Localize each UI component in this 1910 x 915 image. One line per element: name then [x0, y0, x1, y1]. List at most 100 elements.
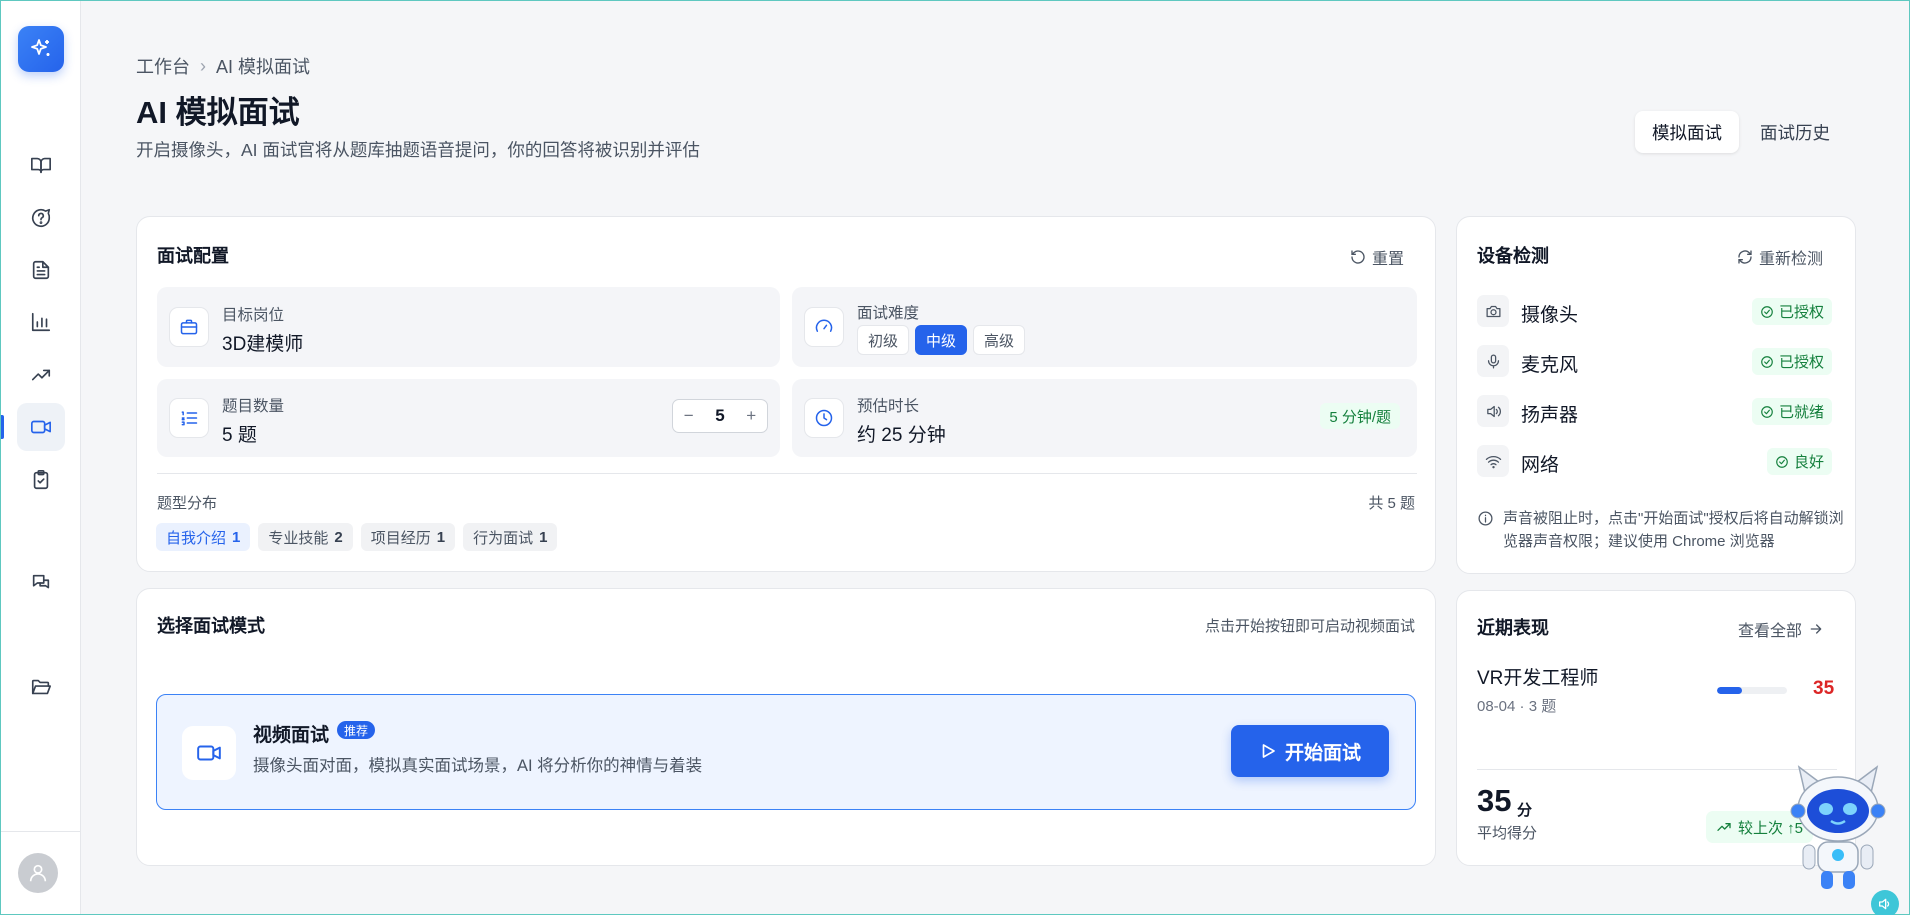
chip-count: 2	[334, 528, 343, 546]
config-card: 面试配置 重置 目标岗位 3D建模师 面试难度 初级 中级 高级 题目数量 5 …	[136, 216, 1436, 572]
difficulty-option-intermediate[interactable]: 中级	[915, 325, 968, 355]
list-ordered-icon	[169, 398, 209, 438]
difficulty-option-junior[interactable]: 初级	[857, 325, 910, 355]
chevron-right-icon: ›	[200, 55, 206, 76]
tab-interview-history[interactable]: 面试历史	[1743, 111, 1847, 153]
average-score-label: 平均得分	[1477, 825, 1538, 842]
device-name: 麦克风	[1521, 355, 1579, 376]
microphone-icon	[1477, 345, 1509, 377]
reset-button[interactable]: 重置	[1350, 245, 1404, 269]
chip-professional-skill: 专业技能 2	[258, 523, 353, 551]
video-icon[interactable]	[17, 403, 65, 451]
tab-bar: 模拟面试 面试历史	[1635, 111, 1847, 153]
status-text: 良好	[1793, 454, 1824, 471]
sparkle-logo-icon[interactable]	[18, 26, 64, 72]
device-row-camera: 摄像头 已授权	[1477, 293, 1832, 329]
recheck-label: 重新检测	[1759, 251, 1824, 268]
score-progress	[1717, 687, 1787, 694]
status-text: 已就绪	[1778, 404, 1824, 421]
info-icon	[1478, 511, 1493, 526]
clock-icon	[804, 398, 844, 438]
device-name: 扬声器	[1521, 405, 1579, 426]
status-text: 已授权	[1778, 354, 1824, 371]
mode-name: 视频面试	[253, 725, 330, 746]
start-interview-label: 开始面试	[1284, 742, 1361, 764]
chip-project-experience: 项目经历 1	[360, 523, 456, 551]
rotate-ccw-icon	[1351, 250, 1365, 264]
mode-card-title: 选择面试模式	[157, 616, 265, 636]
target-role-tile[interactable]: 目标岗位 3D建模师	[157, 287, 780, 367]
trending-up-icon[interactable]	[17, 351, 65, 399]
status-badge: 已就绪	[1751, 398, 1832, 425]
chip-behavioral: 行为面试 1	[463, 523, 558, 551]
active-indicator	[1, 415, 4, 439]
check-circle-icon	[1776, 455, 1788, 468]
status-badge: 良好	[1766, 448, 1832, 475]
distribution-chips: 自我介绍 1 专业技能 2 项目经历 1 行为面试 1	[156, 523, 558, 551]
question-count-value: 5 题	[222, 425, 257, 446]
check-circle-icon	[1761, 355, 1773, 368]
recent-role[interactable]: VR开发工程师	[1477, 663, 1598, 690]
distribution-total: 共 5 题	[1368, 495, 1415, 512]
status-badge: 已授权	[1751, 298, 1832, 325]
play-icon	[1262, 744, 1275, 758]
device-note: 声音被阻止时，点击"开始面试"授权后将自动解锁浏览器声音权限；建议使用 Chro…	[1477, 507, 1852, 553]
device-name: 摄像头	[1521, 305, 1579, 326]
sidebar	[1, 1, 81, 914]
document-icon[interactable]	[17, 246, 65, 294]
difficulty-selector: 初级 中级 高级	[857, 325, 1026, 355]
device-row-network: 网络 良好	[1477, 443, 1832, 479]
book-icon[interactable]	[17, 141, 65, 189]
avatar[interactable]	[18, 853, 58, 893]
chip-label: 项目经历	[370, 529, 431, 547]
gauge-icon	[804, 307, 844, 347]
difficulty-tile: 面试难度 初级 中级 高级	[792, 287, 1417, 367]
quantity-stepper: − 5 +	[672, 399, 768, 433]
recheck-button[interactable]: 重新检测	[1737, 245, 1823, 269]
duration-label: 预估时长	[857, 398, 920, 415]
device-name: 网络	[1521, 455, 1560, 476]
rate-badge: 5 分钟/题	[1320, 403, 1400, 429]
clipboard-check-icon[interactable]	[17, 456, 65, 504]
chat-icon[interactable]	[17, 559, 65, 607]
recent-score: 35	[1813, 678, 1835, 699]
device-row-microphone: 麦克风 已授权	[1477, 343, 1832, 379]
volume-icon[interactable]	[1871, 890, 1899, 915]
mode-description: 摄像头面对面，模拟真实面试场景，AI 将分析你的神情与着装	[253, 757, 703, 775]
bar-chart-icon[interactable]	[17, 298, 65, 346]
folder-open-icon[interactable]	[17, 663, 65, 711]
chip-self-intro: 自我介绍 1	[156, 523, 251, 551]
camera-icon	[1477, 295, 1509, 327]
breadcrumb-item-workbench[interactable]: 工作台	[136, 53, 190, 79]
device-row-speaker: 扬声器 已就绪	[1477, 393, 1832, 429]
video-icon	[182, 726, 236, 780]
difficulty-option-senior[interactable]: 高级	[973, 325, 1026, 355]
tab-mock-interview[interactable]: 模拟面试	[1635, 111, 1739, 153]
recommended-badge: 推荐	[337, 721, 376, 739]
increment-button[interactable]: +	[746, 406, 756, 426]
chip-count: 1	[436, 528, 446, 546]
wifi-icon	[1477, 445, 1509, 477]
chip-label: 自我介绍	[166, 529, 227, 547]
view-all-link[interactable]: 查看全部	[1738, 617, 1824, 641]
device-check-card: 设备检测 重新检测 摄像头 已授权 麦克风 已授权 扬声器 已就绪 网络 良好 …	[1456, 216, 1856, 574]
distribution-label: 题型分布	[157, 495, 218, 512]
divider	[157, 473, 1417, 474]
decrement-button[interactable]: −	[684, 406, 694, 426]
video-mode-option[interactable]: 视频面试 推荐 摄像头面对面，模拟真实面试场景，AI 将分析你的神情与着装 开始…	[156, 694, 1416, 810]
robot-assistant-icon[interactable]	[1783, 765, 1893, 895]
arrow-right-icon	[1810, 624, 1822, 634]
start-interview-button[interactable]: 开始面试	[1231, 725, 1389, 777]
status-badge: 已授权	[1751, 348, 1832, 375]
average-score-unit: 分	[1517, 802, 1533, 819]
breadcrumb: 工作台 › AI 模拟面试	[136, 53, 310, 79]
check-circle-icon	[1761, 405, 1773, 418]
mode-hint: 点击开始按钮即可启动视频面试	[1204, 618, 1415, 635]
reset-label: 重置	[1372, 251, 1405, 268]
trending-up-icon	[1717, 823, 1731, 831]
help-circle-icon[interactable]	[17, 194, 65, 242]
refresh-icon	[1738, 250, 1752, 264]
chip-label: 行为面试	[473, 529, 534, 547]
device-check-title: 设备检测	[1477, 246, 1549, 266]
question-count-tile: 题目数量 5 题 − 5 +	[157, 379, 780, 457]
